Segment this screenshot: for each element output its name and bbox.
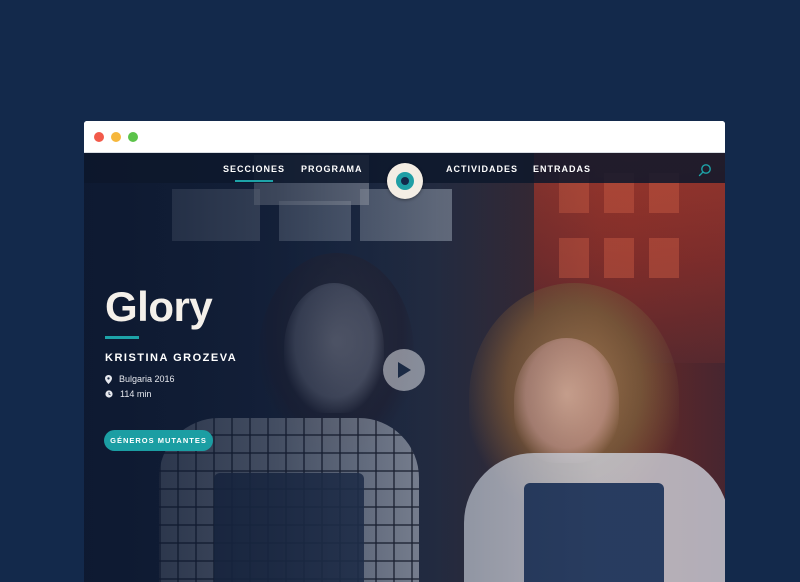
play-button[interactable] bbox=[383, 349, 425, 391]
film-duration-text: 114 min bbox=[120, 389, 152, 399]
search-icon[interactable] bbox=[698, 163, 712, 177]
maximize-window-button[interactable] bbox=[128, 132, 138, 142]
film-director: KRISTINA GROZEVA bbox=[105, 352, 238, 364]
page-viewport: SECCIONES PROGRAMA ACTIVIDADES ENTRADAS … bbox=[84, 153, 725, 582]
map-pin-icon bbox=[105, 374, 112, 384]
title-divider bbox=[105, 336, 139, 339]
film-country-year-text: Bulgaria 2016 bbox=[119, 374, 175, 384]
nav-item-secciones[interactable]: SECCIONES bbox=[223, 164, 285, 182]
nav-item-entradas[interactable]: ENTRADAS bbox=[533, 164, 591, 174]
main-navbar: SECCIONES PROGRAMA ACTIVIDADES ENTRADAS bbox=[84, 153, 725, 199]
genre-tag-button[interactable]: GÉNEROS MUTANTES bbox=[104, 430, 213, 451]
browser-window: SECCIONES PROGRAMA ACTIVIDADES ENTRADAS … bbox=[84, 121, 725, 582]
film-title: Glory bbox=[105, 283, 213, 330]
clock-icon bbox=[105, 390, 113, 398]
film-duration: 114 min bbox=[105, 389, 151, 399]
nav-item-actividades[interactable]: ACTIVIDADES bbox=[446, 164, 518, 174]
play-icon bbox=[398, 362, 411, 378]
minimize-window-button[interactable] bbox=[111, 132, 121, 142]
browser-titlebar bbox=[84, 121, 725, 153]
nav-item-programa[interactable]: PROGRAMA bbox=[301, 164, 363, 174]
close-window-button[interactable] bbox=[94, 132, 104, 142]
film-country-year: Bulgaria 2016 bbox=[105, 374, 175, 384]
eye-logo-icon[interactable] bbox=[387, 163, 423, 199]
